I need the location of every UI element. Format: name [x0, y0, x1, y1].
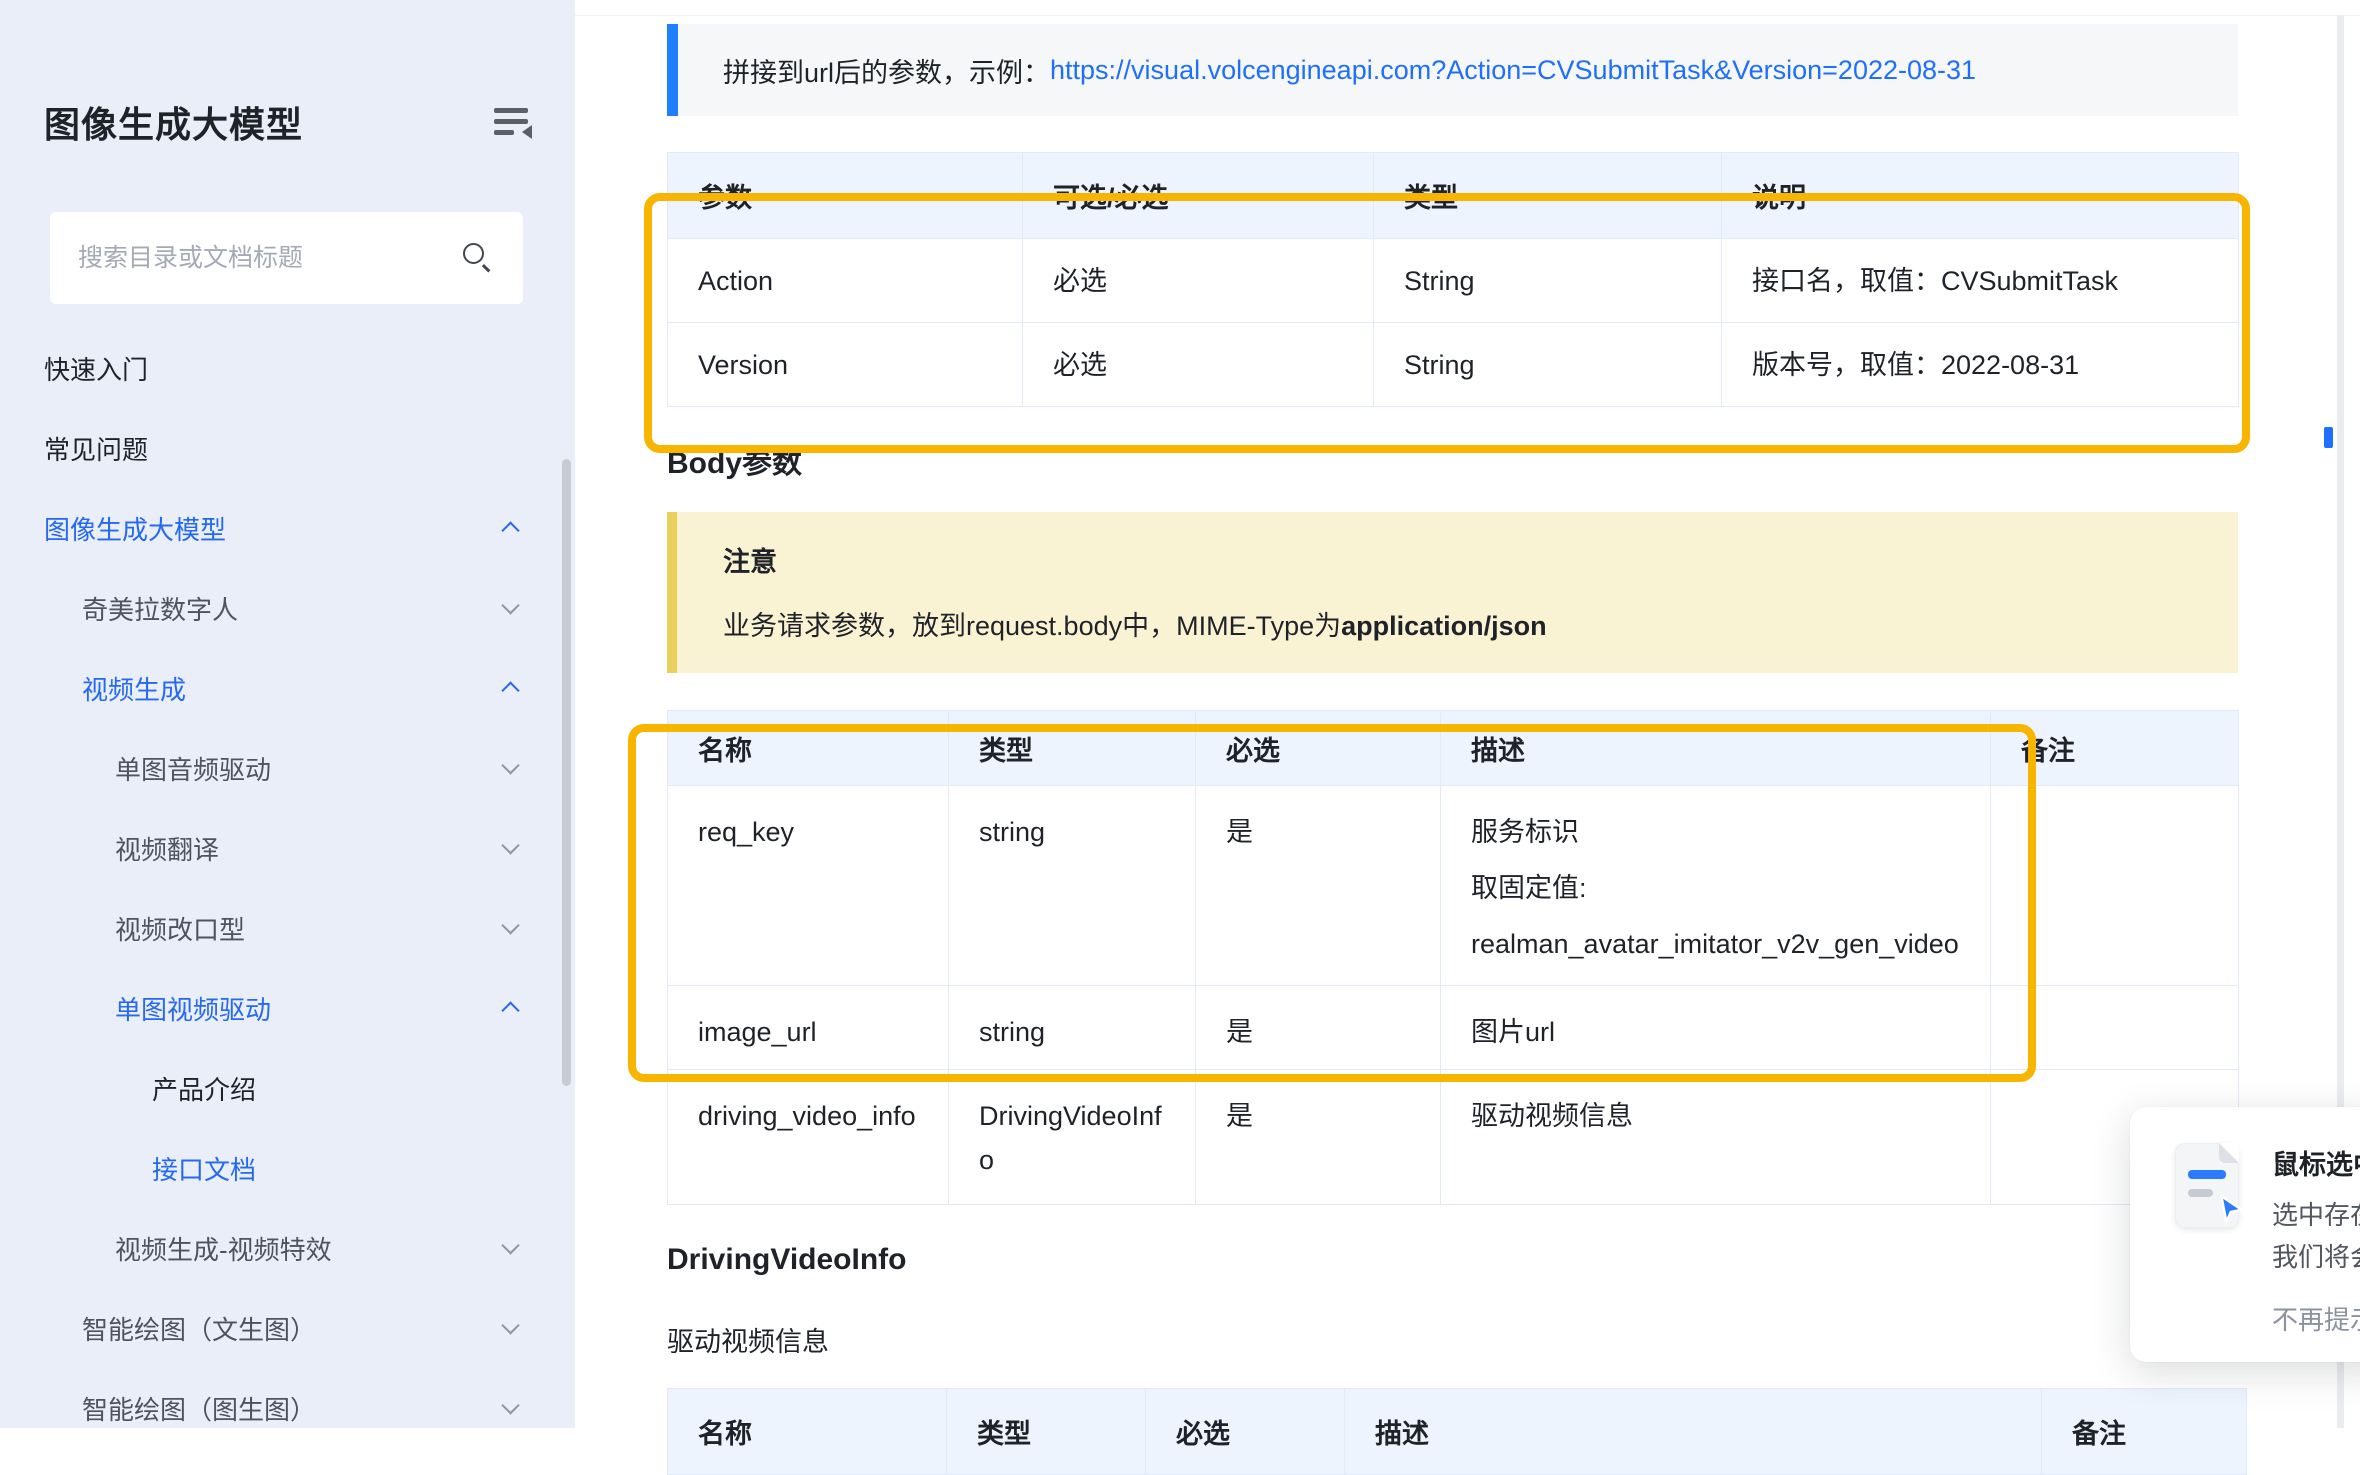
sidebar-item-video-lipsync[interactable]: 视频改口型 — [0, 888, 575, 968]
popup-text-line1: 选中存在 — [2272, 1195, 2360, 1232]
chevron-down-icon — [501, 1396, 519, 1414]
callout-accent-bar — [667, 24, 678, 116]
sidebar-item-single-image-video-drive[interactable]: 单图视频驱动 — [0, 968, 575, 1048]
driving-video-info-heading: DrivingVideoInfo — [667, 1243, 906, 1277]
note-title: 注意 — [723, 540, 777, 579]
table-row: Version 必选 String 版本号，取值：2022-08-31 — [668, 323, 2239, 407]
col-header: 类型 — [949, 711, 1196, 786]
callout-link[interactable]: https://visual.volcengineapi.com?Action=… — [1050, 55, 1976, 86]
popup-dismiss-link[interactable]: 不再提示 — [2272, 1300, 2360, 1337]
popup-text-line2: 我们将会 — [2272, 1237, 2360, 1274]
col-header: 描述 — [1441, 711, 1991, 786]
sidebar-item-video-gen[interactable]: 视频生成 — [0, 648, 575, 728]
col-header: 可选/必选 — [1023, 153, 1374, 239]
cell-required: 必选 — [1023, 323, 1374, 407]
cell-name: image_url — [668, 986, 949, 1070]
table-row-req-key: req_key string 是 服务标识 取固定值: realman_avat… — [668, 786, 2239, 986]
chevron-down-icon — [501, 1316, 519, 1334]
query-params-table: 参数 可选/必选 类型 说明 Action 必选 String 接口名，取值：C… — [667, 152, 2239, 407]
cell-name: req_key — [668, 786, 949, 986]
sidebar: 图像生成大模型 快速入门 常见问题 图像生成大模型 奇美拉数字人 视频生成 单图… — [0, 0, 575, 1428]
col-header: 必选 — [1196, 711, 1441, 786]
cell-required: 是 — [1196, 1070, 1441, 1205]
search-box[interactable] — [50, 212, 523, 304]
sidebar-item-faq[interactable]: 常见问题 — [0, 408, 575, 488]
cursor-arrow-icon — [2213, 1192, 2247, 1226]
table-row: Action 必选 String 接口名，取值：CVSubmitTask — [668, 239, 2239, 323]
sidebar-item-smart-draw-t2i[interactable]: 智能绘图（文生图） — [0, 1288, 575, 1368]
table-header-row: 名称 类型 必选 描述 备注 — [668, 711, 2239, 786]
sidebar-scrollbar[interactable] — [562, 459, 571, 1086]
collapse-sidebar-icon[interactable] — [494, 106, 534, 140]
driving-video-info-table: 名称 类型 必选 描述 备注 — [667, 1388, 2247, 1475]
cell-type: String — [1374, 239, 1722, 323]
chevron-up-icon — [501, 681, 519, 699]
sidebar-item-product-intro[interactable]: 产品介绍 — [0, 1048, 575, 1128]
note-box: 注意 业务请求参数，放到request.body中，MIME-Type为appl… — [667, 512, 2238, 673]
cell-name: Action — [668, 239, 1023, 323]
search-input[interactable] — [78, 212, 458, 304]
cell-desc: 接口名，取值：CVSubmitTask — [1722, 239, 2239, 323]
col-header: 名称 — [668, 711, 949, 786]
cell-desc: 图片url — [1441, 986, 1991, 1070]
chevron-down-icon — [501, 596, 519, 614]
col-header: 备注 — [1991, 711, 2239, 786]
col-header: 描述 — [1345, 1389, 2042, 1475]
sidebar-item-video-translate[interactable]: 视频翻译 — [0, 808, 575, 888]
body-params-heading: Body参数 — [667, 438, 802, 482]
note-text: 业务请求参数，放到request.body中，MIME-Type为 — [723, 611, 1341, 641]
cell-name: Version — [668, 323, 1023, 407]
col-header: 参数 — [668, 153, 1023, 239]
callout-text: 拼接到url后的参数，示例： — [723, 51, 1050, 90]
sidebar-title: 图像生成大模型 — [44, 96, 303, 148]
cell-name: driving_video_info — [668, 1070, 949, 1205]
chevron-down-icon — [501, 1236, 519, 1254]
table-row-driving-video-info: driving_video_info DrivingVideoInfo 是 驱动… — [668, 1070, 2239, 1205]
col-header: 必选 — [1146, 1389, 1345, 1475]
popup-title: 鼠标选中 — [2272, 1143, 2360, 1182]
cell-required: 是 — [1196, 986, 1441, 1070]
table-header-row: 名称 类型 必选 描述 备注 — [668, 1389, 2247, 1475]
cell-desc: 驱动视频信息 — [1441, 1070, 1991, 1205]
cell-desc: 版本号，取值：2022-08-31 — [1722, 323, 2239, 407]
cell-note — [1991, 786, 2239, 986]
sidebar-item-chimera-digital-human[interactable]: 奇美拉数字人 — [0, 568, 575, 648]
document-select-icon — [2175, 1143, 2239, 1228]
top-divider — [575, 15, 2360, 16]
cell-type: string — [949, 786, 1196, 986]
col-header: 类型 — [947, 1389, 1146, 1475]
mouse-select-popup: 鼠标选中 选中存在 我们将会 不再提示 — [2130, 1107, 2360, 1362]
table-row-image-url: image_url string 是 图片url — [668, 986, 2239, 1070]
sidebar-item-quickstart[interactable]: 快速入门 — [0, 328, 575, 408]
driving-video-info-desc: 驱动视频信息 — [667, 1320, 829, 1359]
chevron-down-icon — [501, 836, 519, 854]
col-header: 名称 — [668, 1389, 947, 1475]
cell-desc: 服务标识 取固定值: realman_avatar_imitator_v2v_g… — [1441, 786, 1991, 986]
col-header: 类型 — [1374, 153, 1722, 239]
cell-required: 是 — [1196, 786, 1441, 986]
sidebar-item-api-doc-active[interactable]: 接口文档 — [0, 1128, 575, 1208]
col-header: 说明 — [1722, 153, 2239, 239]
url-params-callout: 拼接到url后的参数，示例： https://visual.volcengine… — [667, 24, 2238, 116]
chevron-down-icon — [501, 756, 519, 774]
search-icon[interactable] — [463, 243, 493, 273]
table-header-row: 参数 可选/必选 类型 说明 — [668, 153, 2239, 239]
body-params-table: 名称 类型 必选 描述 备注 req_key string 是 服务标识 取固定… — [667, 710, 2239, 1205]
sidebar-item-video-effects[interactable]: 视频生成-视频特效 — [0, 1208, 575, 1288]
cell-type: string — [949, 986, 1196, 1070]
sidebar-item-smart-draw-i2i[interactable]: 智能绘图（图生图） — [0, 1368, 575, 1448]
cell-type: String — [1374, 323, 1722, 407]
text-cursor-mark — [2324, 427, 2333, 448]
cell-note — [1991, 986, 2239, 1070]
chevron-down-icon — [501, 916, 519, 934]
col-header: 备注 — [2042, 1389, 2247, 1475]
sidebar-item-image-gen-model[interactable]: 图像生成大模型 — [0, 488, 575, 568]
note-text-bold: application/json — [1341, 611, 1547, 641]
chevron-up-icon — [501, 1001, 519, 1019]
sidebar-item-single-image-audio-drive[interactable]: 单图音频驱动 — [0, 728, 575, 808]
cell-required: 必选 — [1023, 239, 1374, 323]
chevron-up-icon — [501, 521, 519, 539]
cell-type: DrivingVideoInfo — [949, 1070, 1196, 1205]
